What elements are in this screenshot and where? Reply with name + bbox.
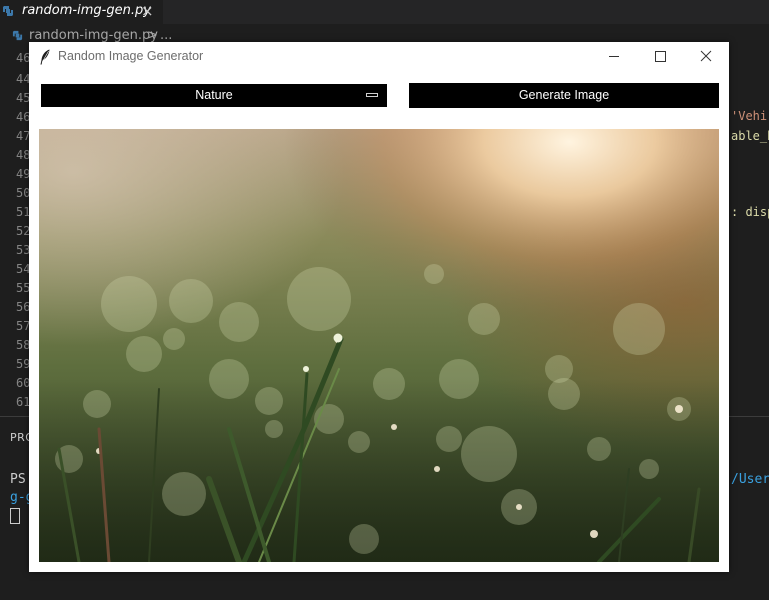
terminal-continuation: g-g: [10, 490, 29, 505]
close-icon: [700, 50, 712, 62]
line-number: 56: [16, 300, 30, 314]
minimize-icon: [609, 56, 619, 57]
line-number: 45: [16, 91, 30, 105]
option-menu-indicator-icon: [366, 93, 378, 97]
terminal-prompt: PS: [10, 472, 26, 487]
python-file-icon: [12, 30, 23, 41]
line-number: 46: [16, 51, 30, 65]
line-number-gutter: 46 44 45 46 47 48 49 50 51 52 53 54 55 5…: [0, 46, 30, 416]
generate-image-button[interactable]: Generate Image: [409, 83, 719, 108]
grass-photo: [39, 129, 719, 562]
feather-icon: [40, 49, 50, 65]
maximize-button[interactable]: [637, 42, 683, 72]
line-number: 48: [16, 148, 30, 162]
line-number: 51: [16, 205, 30, 219]
title-bar[interactable]: Random Image Generator: [29, 42, 729, 72]
close-button[interactable]: [683, 42, 729, 72]
line-number: 60: [16, 376, 30, 390]
line-number: 44: [16, 72, 30, 86]
line-number: 54: [16, 262, 30, 276]
line-number: 57: [16, 319, 30, 333]
python-file-icon: [3, 6, 13, 16]
window-title: Random Image Generator: [58, 49, 204, 63]
line-number: 55: [16, 281, 30, 295]
code-fragment: able_b: [731, 129, 769, 143]
category-selected-value: Nature: [195, 88, 233, 102]
line-number: 49: [16, 167, 30, 181]
line-number: 52: [16, 224, 30, 238]
line-number: 47: [16, 129, 30, 143]
terminal-path-fragment: /User/: [731, 472, 769, 487]
terminal-cursor: [10, 508, 20, 524]
tab-close-icon[interactable]: ×: [141, 0, 154, 22]
category-dropdown[interactable]: Nature: [41, 84, 387, 107]
tab-problems[interactable]: PROBLEMS: [10, 431, 29, 444]
generated-image: [39, 129, 719, 562]
minimize-button[interactable]: [591, 42, 637, 72]
line-number: 58: [16, 338, 30, 352]
line-number: 50: [16, 186, 30, 200]
line-number: 61: [16, 395, 30, 409]
editor-tab-label: random-img-gen.py: [22, 3, 151, 18]
editor-tab-bar: random-img-gen.py ×: [0, 0, 769, 24]
code-fragment: 'Vehi: [731, 109, 768, 123]
editor-tab[interactable]: random-img-gen.py ×: [0, 0, 163, 24]
maximize-icon: [655, 51, 666, 62]
app-window: Random Image Generator Nature Generate I…: [29, 42, 729, 572]
line-number: 53: [16, 243, 30, 257]
line-number: 46: [16, 110, 30, 124]
code-fragment: : disp: [731, 205, 769, 219]
line-number: 59: [16, 357, 30, 371]
